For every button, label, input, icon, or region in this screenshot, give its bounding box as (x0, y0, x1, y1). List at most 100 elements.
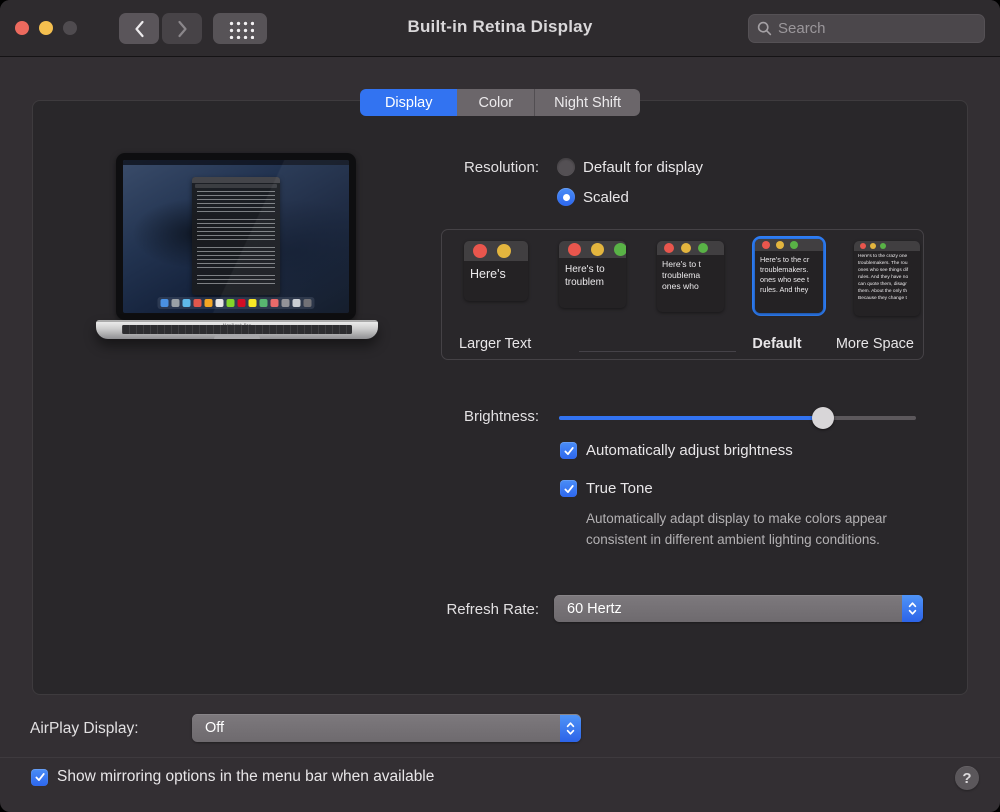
refresh-rate-label: Refresh Rate: (293, 601, 539, 618)
dock-app-icon (304, 299, 312, 307)
up-down-chevrons-icon (565, 720, 576, 737)
auto-brightness-checkbox[interactable] (560, 442, 577, 459)
thumbnail-window-preview: Here's to the crazy onetroublemakers. Th… (854, 241, 920, 316)
thumbnail-window-preview: Here's to the crtroublemakers.ones who s… (755, 239, 823, 313)
titlebar: Built-in Retina Display (0, 0, 1000, 57)
resolution-thumbnail-more-space[interactable]: Here's to the crazy onetroublemakers. Th… (851, 238, 923, 319)
caption-more-space: More Space (836, 336, 914, 352)
search-icon (757, 21, 772, 36)
search-field[interactable] (748, 14, 985, 43)
resolution-thumbnail-larger-1[interactable]: Here's to ttroublemaones who (654, 238, 727, 315)
traffic-light-dot (860, 243, 866, 249)
resolution-label: Resolution: (293, 159, 539, 176)
chevron-right-icon (177, 20, 188, 38)
thumbnail-text: Here's to ttroublemaones who (657, 255, 724, 293)
thumbnail-window-preview: Here's (464, 241, 528, 301)
mirroring-checkbox-row[interactable]: Show mirroring options in the menu bar w… (31, 768, 434, 786)
back-button[interactable] (119, 13, 159, 44)
scaled-options-group: Here's Here's totroublem Here's to ttroubl… (441, 229, 924, 360)
caption-default: Default (739, 336, 815, 352)
traffic-light-dot (870, 243, 876, 249)
resolution-thumbnail-default[interactable]: Here's to the crtroublemakers.ones who s… (752, 236, 826, 316)
macbook-dock (158, 297, 315, 309)
show-all-preferences-button[interactable] (213, 13, 267, 44)
thumbnail-text: Here's to the crazy onetroublemakers. Th… (854, 251, 920, 303)
airplay-display-label: AirPlay Display: (30, 720, 139, 738)
auto-brightness-label: Automatically adjust brightness (586, 442, 793, 459)
macbook-keyboard (122, 325, 352, 334)
tab-color[interactable]: Color (457, 89, 535, 116)
forward-button[interactable] (162, 13, 202, 44)
checkmark-icon (563, 483, 575, 495)
close-button[interactable] (15, 21, 29, 35)
traffic-light-dot (591, 243, 604, 256)
brightness-fill (559, 416, 823, 420)
thumbnail-text: Here's totroublem (559, 258, 626, 289)
dock-app-icon (172, 299, 180, 307)
true-tone-label: True Tone (586, 480, 653, 497)
search-input[interactable] (778, 20, 976, 37)
airplay-display-popup[interactable]: Off (192, 714, 581, 742)
radio-button[interactable] (557, 188, 575, 206)
traffic-light-dot (698, 243, 708, 253)
macbook-wallpaper (123, 160, 349, 313)
macbook-text-window (192, 177, 280, 295)
macbook-screen (116, 153, 356, 320)
chevron-left-icon (134, 20, 145, 38)
dock-app-icon (216, 299, 224, 307)
mirroring-label: Show mirroring options in the menu bar w… (57, 768, 434, 786)
refresh-rate-value: 60 Hertz (554, 601, 902, 617)
dock-app-icon (227, 299, 235, 307)
up-down-chevrons-icon (907, 600, 918, 617)
help-button[interactable]: ? (955, 766, 979, 790)
help-question-mark: ? (962, 770, 971, 787)
traffic-light-dot (664, 243, 674, 253)
tab-night-shift[interactable]: Night Shift (535, 89, 640, 116)
caption-larger-text: Larger Text (459, 336, 531, 352)
mirroring-checkbox[interactable] (31, 769, 48, 786)
brightness-slider[interactable] (559, 407, 916, 429)
tab-bar: DisplayColorNight Shift (0, 89, 1000, 116)
auto-brightness-checkbox-row[interactable]: Automatically adjust brightness (560, 442, 793, 459)
system-preferences-window: Built-in Retina Display DisplayColorNigh… (0, 0, 1000, 812)
caption-divider-line (579, 351, 736, 352)
macbook-scoop (214, 334, 260, 339)
brightness-label: Brightness: (293, 408, 539, 425)
traffic-light-dot (568, 243, 581, 256)
resolution-thumbnail-larger-text[interactable]: Here's (461, 238, 531, 304)
brightness-knob[interactable] (812, 407, 834, 429)
airplay-display-value: Off (192, 720, 560, 736)
radio-scaled[interactable]: Scaled (557, 187, 703, 207)
true-tone-checkbox-row[interactable]: True Tone (560, 480, 653, 497)
minimize-button[interactable] (39, 21, 53, 35)
content-area: DisplayColorNight Shift MacBook Pro (0, 57, 1000, 812)
display-panel: MacBook Pro Resolution: Default for disp… (32, 100, 968, 695)
radio-default-for-display[interactable]: Default for display (557, 157, 703, 177)
radio-label: Default for display (583, 159, 703, 176)
resolution-thumbnail-larger-2[interactable]: Here's totroublem (556, 238, 629, 311)
traffic-light-dot (762, 241, 770, 249)
grid-icon (227, 19, 254, 39)
macbook-base: MacBook Pro (96, 320, 378, 339)
popup-stepper-cap (902, 595, 923, 622)
resolution-radio-group: Default for display Scaled (557, 157, 703, 217)
radio-label: Scaled (583, 189, 629, 206)
dock-app-icon (260, 299, 268, 307)
popup-stepper-cap (560, 715, 581, 742)
true-tone-description: Automatically adapt display to make colo… (586, 509, 946, 551)
traffic-light-dot (681, 243, 691, 253)
dock-app-icon (161, 299, 169, 307)
dock-app-icon (194, 299, 202, 307)
radio-button[interactable] (557, 158, 575, 176)
zoom-button[interactable] (63, 21, 77, 35)
macbook-illustration: MacBook Pro (33, 101, 453, 401)
thumbnail-text: Here's (464, 261, 528, 283)
true-tone-checkbox[interactable] (560, 480, 577, 497)
traffic-light-dot (473, 244, 487, 258)
dock-app-icon (293, 299, 301, 307)
dock-app-icon (238, 299, 246, 307)
checkmark-icon (34, 771, 46, 783)
traffic-light-dot (790, 241, 798, 249)
refresh-rate-popup[interactable]: 60 Hertz (554, 595, 923, 622)
tab-display[interactable]: Display (360, 89, 458, 116)
